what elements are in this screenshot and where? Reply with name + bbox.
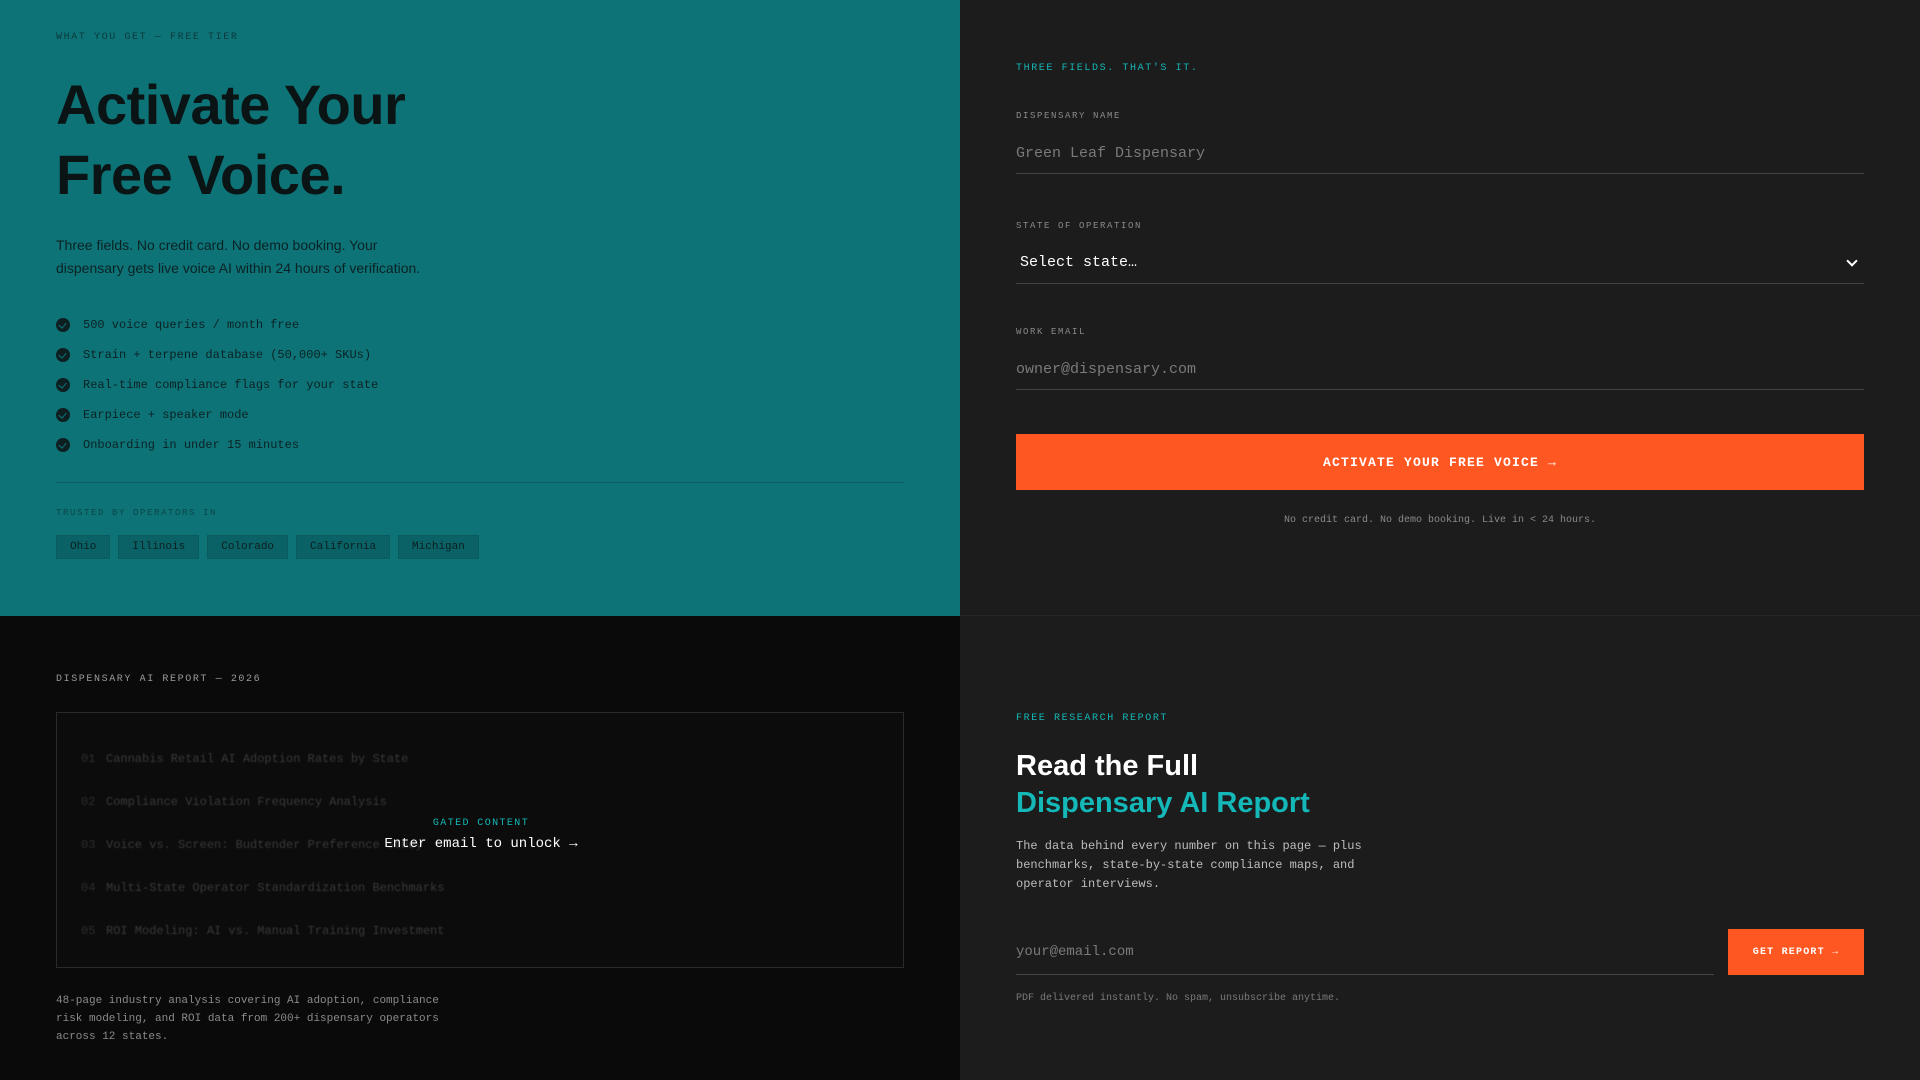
chevron-down-icon [1846, 254, 1858, 267]
gated-content-box[interactable]: 01 Cannabis Retail AI Adoption Rates by S… [56, 712, 904, 968]
feature-text: 500 voice queries / month free [83, 318, 300, 332]
gated-overlay: GATED CONTENT Enter email to unlock → [57, 818, 905, 852]
state-tag-michigan: Michigan [398, 535, 479, 559]
form-note: No credit card. No demo booking. Live in… [1283, 515, 1597, 526]
report-signup-note: PDF delivered instantly. No spam, unsubs… [1016, 993, 1341, 1004]
toc-number: 02 [81, 794, 96, 809]
activation-form-panel: THREE FIELDS. THAT'S IT. DISPENSARY NAME… [960, 0, 1920, 616]
toc-item: 04 Multi-State Operator Standardization B… [81, 866, 444, 909]
state-label: STATE OF OPERATION [1016, 221, 1143, 231]
check-circle-icon [56, 438, 70, 452]
dispensary-name-input[interactable] [1016, 134, 1864, 174]
page: WHAT YOU GET — FREE TIER Activate Your F… [0, 0, 1920, 1080]
toc-title: Cannabis Retail AI Adoption Rates by Sta… [106, 751, 409, 766]
toc-title: ROI Modeling: AI vs. Manual Training Inv… [106, 923, 445, 938]
toc-title: Multi-State Operator Standardization Ben… [106, 880, 445, 895]
activation-title-line2: Free Voice. [56, 143, 346, 206]
feature-item: Earpiece + speaker mode [56, 400, 378, 430]
toc-item: 02 Compliance Violation Frequency Analysi… [81, 780, 444, 823]
dispensary-name-label: DISPENSARY NAME [1016, 111, 1122, 121]
report-signup-title: Read the Full Dispensary AI Report [1016, 748, 1310, 822]
report-email-row: GET REPORT → [1016, 929, 1864, 975]
divider [56, 482, 904, 483]
state-select[interactable]: Select state… [1016, 242, 1864, 284]
get-report-button[interactable]: GET REPORT → [1728, 929, 1864, 975]
report-signup-title-line2: Dispensary AI Report [1016, 787, 1310, 819]
report-kicker: DISPENSARY AI REPORT — 2026 [56, 674, 262, 685]
activation-subtitle: Three fields. No credit card. No demo bo… [56, 237, 421, 276]
feature-text: Strain + terpene database (50,000+ SKUs) [83, 348, 372, 362]
trusted-label: TRUSTED BY OPERATORS IN [56, 508, 218, 518]
activate-voice-button[interactable]: ACTIVATE YOUR FREE VOICE → [1016, 434, 1864, 490]
report-signup-title-line1: Read the Full [1016, 750, 1199, 782]
feature-text: Real-time compliance flags for your stat… [83, 378, 379, 392]
toc-title: Compliance Violation Frequency Analysis [106, 794, 387, 809]
activation-title: Activate Your Free Voice. [56, 70, 556, 210]
check-circle-icon [56, 318, 70, 332]
report-signup-kicker: FREE RESEARCH REPORT [1016, 713, 1169, 724]
work-email-label: WORK EMAIL [1016, 327, 1087, 337]
form-kicker: THREE FIELDS. THAT'S IT. [1016, 63, 1199, 74]
work-email-input[interactable] [1016, 350, 1864, 390]
report-email-input[interactable] [1016, 929, 1714, 975]
feature-item: 500 voice queries / month free [56, 310, 378, 340]
unlock-link[interactable]: Enter email to unlock → [57, 836, 905, 852]
activation-panel: WHAT YOU GET — FREE TIER Activate Your F… [0, 0, 960, 616]
toc-item: 05 ROI Modeling: AI vs. Manual Training I… [81, 909, 444, 952]
feature-item: Onboarding in under 15 minutes [56, 430, 378, 460]
state-select-value: Select state… [1020, 254, 1138, 271]
activation-title-line1: Activate Your [56, 73, 406, 136]
check-circle-icon [56, 408, 70, 422]
state-tag-california: California [296, 535, 391, 559]
toc-item: 01 Cannabis Retail AI Adoption Rates by S… [81, 737, 444, 780]
check-circle-icon [56, 378, 70, 392]
toc-number: 04 [81, 880, 96, 895]
gated-label: GATED CONTENT [432, 818, 530, 829]
check-circle-icon [56, 348, 70, 362]
toc-number: 05 [81, 923, 96, 938]
toc-number: 01 [81, 751, 96, 766]
feature-text: Onboarding in under 15 minutes [83, 438, 300, 452]
report-preview-panel: DISPENSARY AI REPORT — 2026 01 Cannabis R… [0, 616, 960, 1080]
report-description: 48-page industry analysis covering AI ad… [56, 995, 439, 1043]
feature-item: Real-time compliance flags for your stat… [56, 370, 378, 400]
activation-kicker: WHAT YOU GET — FREE TIER [56, 32, 239, 43]
report-signup-panel: FREE RESEARCH REPORT Read the Full Dispe… [960, 616, 1920, 1080]
state-tag-colorado: Colorado [207, 535, 289, 559]
state-tag-ohio: Ohio [56, 535, 111, 559]
report-signup-description: The data behind every number on this pag… [1016, 839, 1362, 891]
feature-list: 500 voice queries / month free Strain + … [56, 310, 378, 460]
state-tag-illinois: Illinois [118, 535, 200, 559]
state-tag-list: Ohio Illinois Colorado California Michig… [56, 535, 479, 559]
feature-item: Strain + terpene database (50,000+ SKUs) [56, 340, 378, 370]
feature-text: Earpiece + speaker mode [83, 408, 249, 422]
